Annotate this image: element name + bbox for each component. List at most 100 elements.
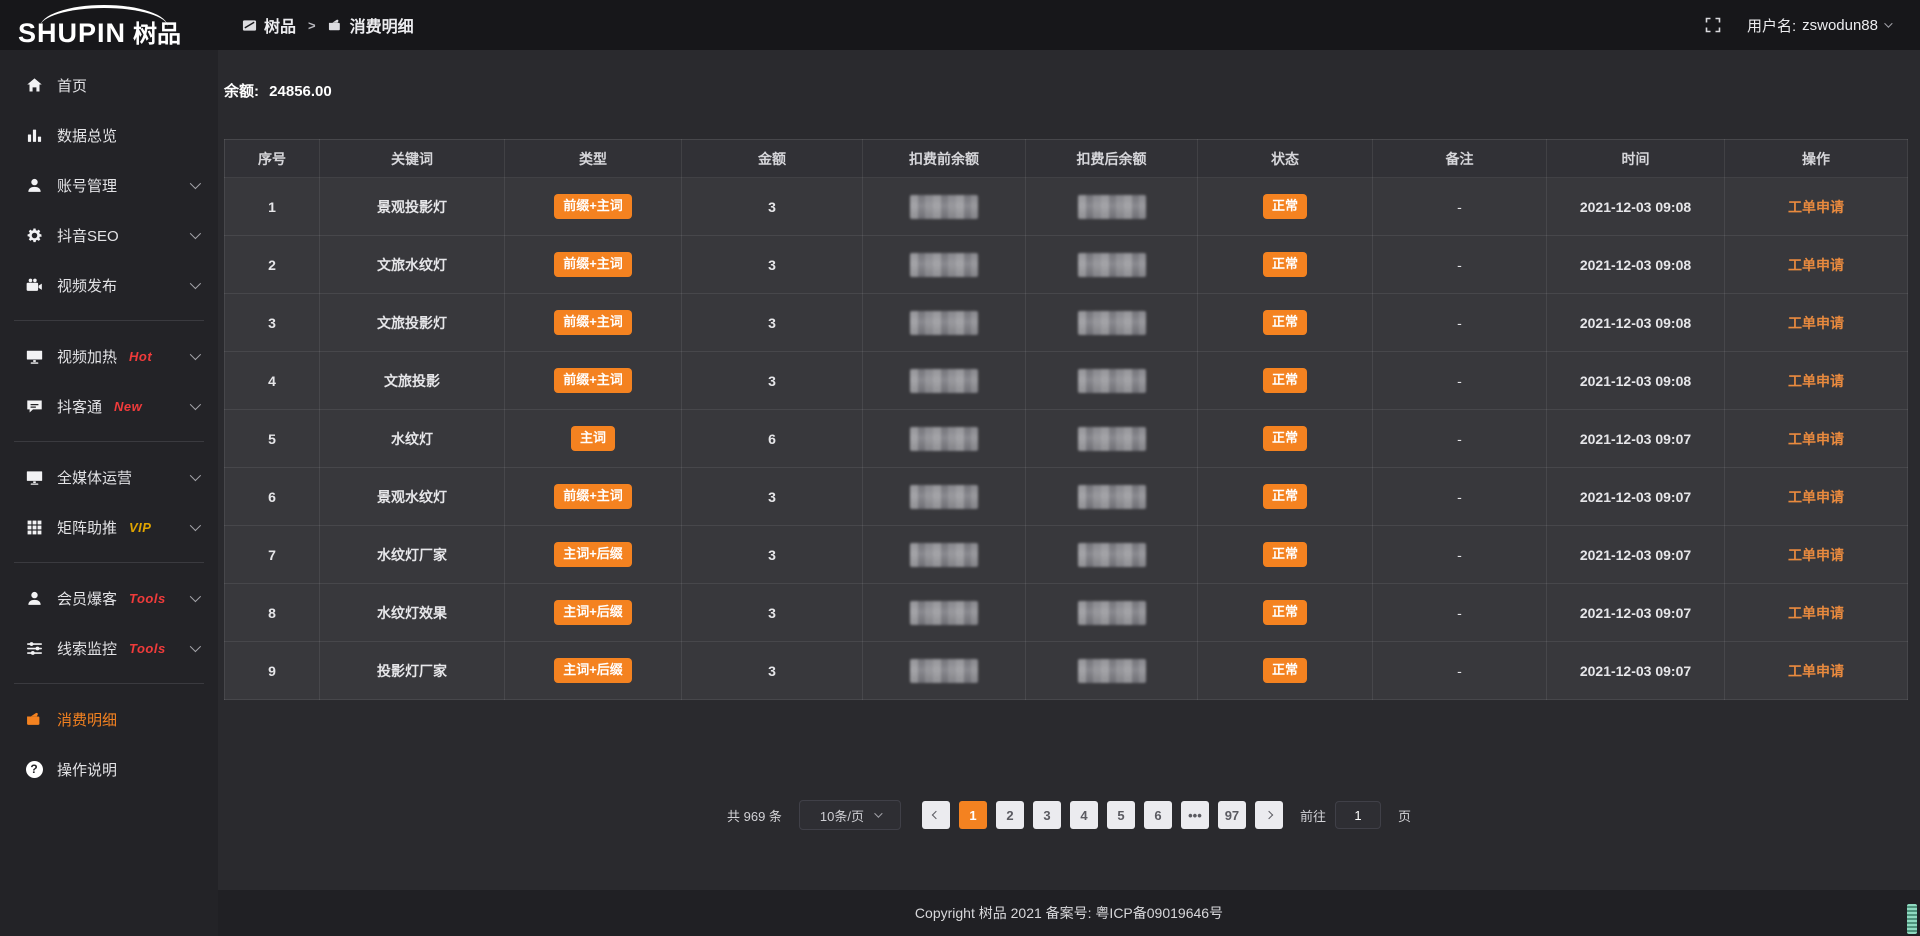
ticket-request-link[interactable]: 工单申请	[1788, 315, 1844, 331]
status-badge: 正常	[1263, 484, 1307, 508]
keyword-cell: 文旅投影灯	[377, 315, 447, 331]
sidebar-item-douyin-seo[interactable]: 抖音SEO	[0, 210, 218, 260]
page-button-3[interactable]: 3	[1033, 801, 1061, 829]
breadcrumb-item-consumption-detail[interactable]: 消费明细	[328, 13, 414, 37]
status-badge: 正常	[1263, 310, 1307, 334]
sidebar-item-label: 会员爆客	[57, 588, 117, 609]
app-logo[interactable]: SHUPIN 树品	[0, 0, 218, 50]
column-header: 类型	[505, 140, 682, 178]
censored-balance-after	[1078, 311, 1146, 335]
status-badge: 正常	[1263, 426, 1307, 450]
sidebar-item-video-publish[interactable]: 视频发布	[0, 260, 218, 310]
keyword-cell: 景观投影灯	[377, 199, 447, 215]
row-index: 1	[268, 199, 276, 215]
keyword-cell: 文旅投影	[384, 373, 440, 389]
table-row: 7 水纹灯厂家 主词+后缀 3 正常 - 2021-12-03 09:07 工单…	[225, 526, 1908, 584]
sidebar-item-instructions[interactable]: 操作说明	[0, 744, 218, 794]
goto-label: 前往	[1300, 806, 1326, 825]
table-row: 8 水纹灯效果 主词+后缀 3 正常 - 2021-12-03 09:07 工单…	[225, 584, 1908, 642]
prev-page-button[interactable]	[922, 801, 950, 829]
sidebar-item-data-overview[interactable]: 数据总览	[0, 110, 218, 160]
chat-icon	[24, 398, 44, 415]
keyword-cell: 投影灯厂家	[377, 663, 447, 679]
type-badge: 前缀+主词	[554, 368, 632, 392]
sidebar-item-label: 抖客通	[57, 396, 102, 417]
table-row: 3 文旅投影灯 前缀+主词 3 正常 - 2021-12-03 09:08 工单…	[225, 294, 1908, 352]
ticket-request-link[interactable]: 工单申请	[1788, 257, 1844, 273]
chevron-down-icon	[190, 278, 201, 289]
column-header: 扣费前余额	[863, 140, 1026, 178]
home-icon	[24, 77, 44, 94]
goto-suffix: 页	[1398, 806, 1411, 825]
censored-balance-after	[1078, 427, 1146, 451]
sidebar-item-video-heating[interactable]: 视频加热 Hot	[0, 331, 218, 381]
screen-icon	[24, 348, 44, 365]
fullscreen-icon[interactable]	[1705, 17, 1721, 33]
censored-balance-before	[910, 659, 978, 683]
user-menu[interactable]: 用户名: zswodun88	[1747, 15, 1890, 36]
table-row: 1 景观投影灯 前缀+主词 3 正常 - 2021-12-03 09:08 工单…	[225, 178, 1908, 236]
chevron-down-icon	[190, 228, 201, 239]
sidebar-item-member-burst[interactable]: 会员爆客 Tools	[0, 573, 218, 623]
scrollbar-thumb[interactable]	[1907, 904, 1917, 934]
ticket-request-link[interactable]: 工单申请	[1788, 547, 1844, 563]
chevron-down-icon	[874, 809, 882, 817]
sidebar-item-home[interactable]: 首页	[0, 60, 218, 110]
column-header: 操作	[1725, 140, 1908, 178]
ticket-request-link[interactable]: 工单申请	[1788, 663, 1844, 679]
sidebar-item-lead-monitor[interactable]: 线索监控 Tools	[0, 623, 218, 673]
page-ellipsis-button[interactable]: •••	[1181, 801, 1209, 829]
keyword-cell: 景观水纹灯	[377, 489, 447, 505]
page-size-select[interactable]: 10条/页	[799, 800, 901, 830]
ticket-request-link[interactable]: 工单申请	[1788, 489, 1844, 505]
status-badge: 正常	[1263, 600, 1307, 624]
next-page-button[interactable]	[1255, 801, 1283, 829]
column-header: 状态	[1198, 140, 1373, 178]
breadcrumb-label: 消费明细	[350, 13, 414, 37]
sidebar-item-account-management[interactable]: 账号管理	[0, 160, 218, 210]
sidebar-divider	[14, 320, 204, 321]
total-count: 共 969 条	[727, 806, 782, 825]
sidebar-item-consumption-detail[interactable]: 消费明细	[0, 694, 218, 744]
note-cell: -	[1457, 257, 1462, 273]
note-cell: -	[1457, 547, 1462, 563]
sidebar-item-doukertong[interactable]: 抖客通 New	[0, 381, 218, 431]
page-button-6[interactable]: 6	[1144, 801, 1172, 829]
main-content: 余额: 24856.00 序号 关键词 类型 金额 扣费前余额 扣费后余额 状态…	[218, 50, 1920, 936]
page-button-97[interactable]: 97	[1218, 801, 1246, 829]
censored-balance-after	[1078, 659, 1146, 683]
column-header: 金额	[682, 140, 863, 178]
page-button-4[interactable]: 4	[1070, 801, 1098, 829]
status-badge: 正常	[1263, 252, 1307, 276]
row-index: 4	[268, 373, 276, 389]
sidebar-item-media-operation[interactable]: 全媒体运营	[0, 452, 218, 502]
ticket-request-link[interactable]: 工单申请	[1788, 605, 1844, 621]
grid-icon	[24, 519, 44, 536]
sidebar-item-matrix-boost[interactable]: 矩阵助推 VIP	[0, 502, 218, 552]
goto-page-input[interactable]	[1335, 801, 1381, 829]
censored-balance-before	[910, 369, 978, 393]
row-index: 6	[268, 489, 276, 505]
dashboard-icon	[242, 18, 257, 33]
balance-value: 24856.00	[269, 83, 332, 100]
page-button-5[interactable]: 5	[1107, 801, 1135, 829]
row-index: 9	[268, 663, 276, 679]
footer: Copyright 树品 2021 备案号: 粤ICP备09019646号	[218, 890, 1920, 936]
status-badge: 正常	[1263, 542, 1307, 566]
table-row: 2 文旅水纹灯 前缀+主词 3 正常 - 2021-12-03 09:08 工单…	[225, 236, 1908, 294]
time-cell: 2021-12-03 09:08	[1580, 257, 1691, 273]
page-button-1[interactable]: 1	[959, 801, 987, 829]
ticket-request-link[interactable]: 工单申请	[1788, 373, 1844, 389]
amount-cell: 3	[768, 315, 776, 331]
time-cell: 2021-12-03 09:07	[1580, 663, 1691, 679]
breadcrumb-item-shupin[interactable]: 树品	[242, 13, 296, 37]
censored-balance-before	[910, 253, 978, 277]
page-button-2[interactable]: 2	[996, 801, 1024, 829]
censored-balance-after	[1078, 195, 1146, 219]
ticket-request-link[interactable]: 工单申请	[1788, 199, 1844, 215]
wallet-icon	[24, 711, 44, 728]
ticket-request-link[interactable]: 工单申请	[1788, 431, 1844, 447]
censored-balance-after	[1078, 543, 1146, 567]
table-row: 5 水纹灯 主词 6 正常 - 2021-12-03 09:07 工单申请	[225, 410, 1908, 468]
gear-icon	[24, 227, 44, 244]
